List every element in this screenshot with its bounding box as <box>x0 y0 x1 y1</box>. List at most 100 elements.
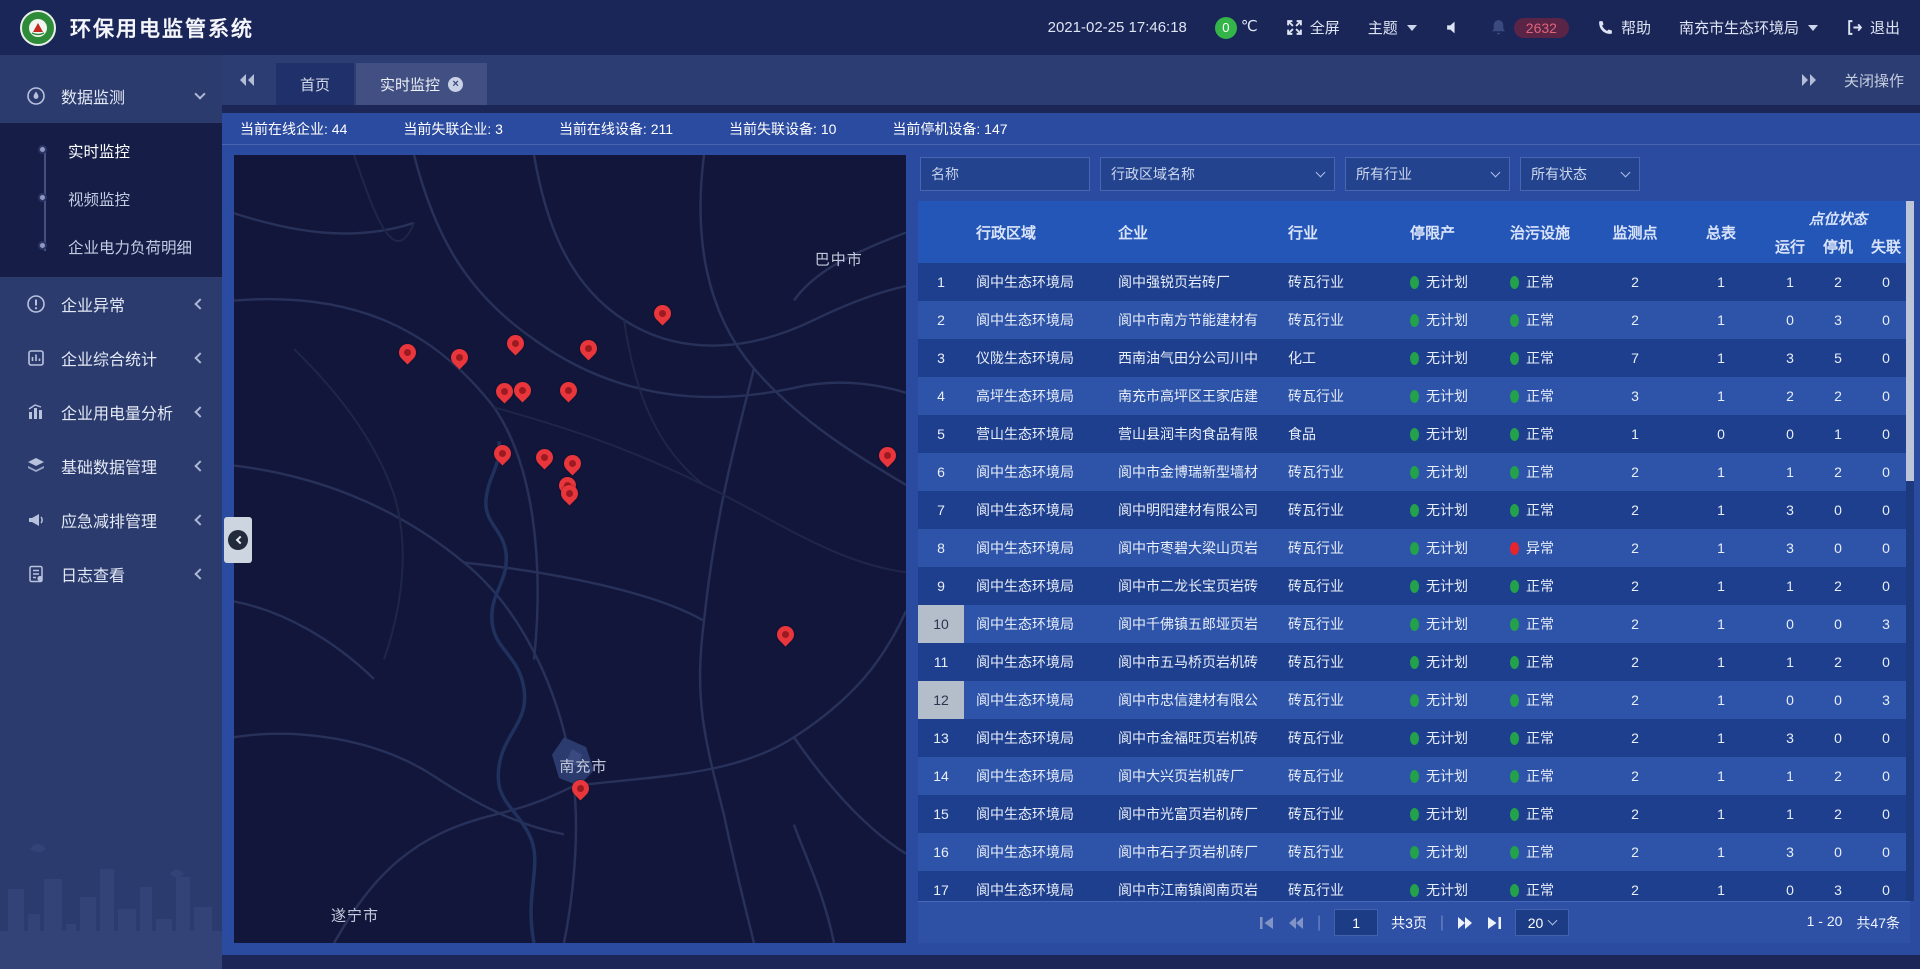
scrollbar-thumb[interactable] <box>1906 201 1914 481</box>
cell-industry: 食品 <box>1276 415 1398 453</box>
next-page-icon[interactable] <box>1457 916 1473 930</box>
fullscreen-label: 全屏 <box>1310 17 1340 38</box>
sidebar-item-3[interactable]: 企业综合统计 <box>0 331 222 385</box>
cell-company: 西南油气田分公司川中 <box>1106 339 1276 377</box>
row-index: 1 <box>918 263 964 301</box>
cell-facility: 正常 <box>1498 567 1594 605</box>
table-row[interactable]: 4高坪生态环境局南充市高坪区王家店建砖瓦行业无计划正常31220 <box>918 377 1910 415</box>
map-collapse-button[interactable] <box>224 517 252 563</box>
cell-halt: 2 <box>1814 757 1862 795</box>
sidebar-item-1[interactable]: 数据监测 <box>0 69 222 123</box>
sidebar-subitem[interactable]: 企业电力负荷明细 <box>0 223 222 271</box>
sidebar-subitem[interactable]: 实时监控 <box>0 127 222 175</box>
table-row[interactable]: 12阆中生态环境局阆中市忠信建材有限公砖瓦行业无计划正常21003 <box>918 681 1910 719</box>
table-row[interactable]: 3仪陇生态环境局西南油气田分公司川中化工无计划正常71350 <box>918 339 1910 377</box>
cell-run: 3 <box>1766 529 1814 567</box>
bullet-icon <box>38 241 47 250</box>
name-filter-input[interactable] <box>920 157 1090 191</box>
table-row[interactable]: 11阆中生态环境局阆中市五马桥页岩机砖砖瓦行业无计划正常21120 <box>918 643 1910 681</box>
cell-industry: 砖瓦行业 <box>1276 795 1398 833</box>
chevron-down-icon <box>1316 167 1326 177</box>
last-page-icon[interactable] <box>1486 916 1502 930</box>
region-filter-select[interactable]: 行政区域名称 <box>1100 157 1335 191</box>
stat-item: 当前失联企业: 3 <box>403 119 503 139</box>
cell-run: 2 <box>1766 377 1814 415</box>
close-operations-button[interactable]: 关闭操作 <box>1844 70 1904 91</box>
close-icon[interactable]: × <box>448 77 463 92</box>
org-dropdown[interactable]: 南充市生态环境局 <box>1679 17 1818 38</box>
sidebar-item-4[interactable]: 企业用电量分析 <box>0 385 222 439</box>
status-dot-green-icon <box>1510 580 1519 593</box>
bullet-icon <box>38 193 47 202</box>
sidebar-item-2[interactable]: 企业异常 <box>0 277 222 331</box>
table-row[interactable]: 2阆中生态环境局阆中市南方节能建材有砖瓦行业无计划正常21030 <box>918 301 1910 339</box>
cell-lost: 0 <box>1862 415 1910 453</box>
help-button[interactable]: 帮助 <box>1597 17 1651 38</box>
log-icon <box>26 564 46 584</box>
tabs-scroll-left-icon[interactable] <box>238 72 256 88</box>
sidebar-item-7[interactable]: 日志查看 <box>0 547 222 601</box>
tab-realtime-monitor[interactable]: 实时监控 × <box>356 63 487 105</box>
cell-facility: 正常 <box>1498 377 1594 415</box>
app-header: 环保用电监管系统 2021-02-25 17:46:18 0 ℃ 全屏 主题 <box>0 0 1920 55</box>
phone-icon <box>1597 19 1614 36</box>
page-number-input[interactable] <box>1334 909 1378 936</box>
notification-badge[interactable]: 2632 <box>1490 18 1569 38</box>
row-index: 4 <box>918 377 964 415</box>
cell-region: 阆中生态环境局 <box>964 681 1106 719</box>
scrollbar-track <box>1906 201 1914 901</box>
status-dot-green-icon <box>1410 466 1419 479</box>
col-stop: 停限产 <box>1398 201 1498 263</box>
prev-page-icon[interactable] <box>1288 916 1304 930</box>
layers-icon <box>26 456 46 476</box>
cell-region: 阆中生态环境局 <box>964 263 1106 301</box>
table-row[interactable]: 16阆中生态环境局阆中市石子页岩机砖厂砖瓦行业无计划正常21300 <box>918 833 1910 871</box>
first-page-icon[interactable] <box>1259 916 1275 930</box>
sidebar-item-5[interactable]: 基础数据管理 <box>0 439 222 493</box>
cell-industry: 砖瓦行业 <box>1276 377 1398 415</box>
table-row[interactable]: 17阆中生态环境局阆中市江南镇阆南页岩砖瓦行业无计划正常21030 <box>918 871 1910 901</box>
fullscreen-button[interactable]: 全屏 <box>1286 17 1340 38</box>
cell-halt: 0 <box>1814 681 1862 719</box>
table-row[interactable]: 14阆中生态环境局阆中大兴页岩机砖厂砖瓦行业无计划正常21120 <box>918 757 1910 795</box>
cell-halt: 3 <box>1814 871 1862 901</box>
table-row[interactable]: 10阆中生态环境局阆中千佛镇五郎垭页岩砖瓦行业无计划正常21003 <box>918 605 1910 643</box>
col-industry: 行业 <box>1276 201 1398 263</box>
status-filter-select[interactable]: 所有状态 <box>1520 157 1640 191</box>
page-size-select[interactable]: 20 <box>1515 909 1569 936</box>
cell-region: 阆中生态环境局 <box>964 757 1106 795</box>
tabs-scroll-right-icon[interactable] <box>1800 72 1818 88</box>
cell-points: 2 <box>1594 263 1676 301</box>
theme-dropdown[interactable]: 主题 <box>1368 17 1417 38</box>
cell-company: 阆中市江南镇阆南页岩 <box>1106 871 1276 901</box>
chevron-down-icon <box>1808 25 1818 31</box>
row-index: 13 <box>918 719 964 757</box>
table-row[interactable]: 6阆中生态环境局阆中市金博瑞新型墙材砖瓦行业无计划正常21120 <box>918 453 1910 491</box>
table-row[interactable]: 15阆中生态环境局阆中市光富页岩机砖厂砖瓦行业无计划正常21120 <box>918 795 1910 833</box>
cell-industry: 砖瓦行业 <box>1276 605 1398 643</box>
sidebar-item-6[interactable]: 应急减排管理 <box>0 493 222 547</box>
table-row[interactable]: 7阆中生态环境局阆中明阳建材有限公司砖瓦行业无计划正常21300 <box>918 491 1910 529</box>
table-row[interactable]: 8阆中生态环境局阆中市枣碧大梁山页岩砖瓦行业无计划异常21300 <box>918 529 1910 567</box>
map-canvas[interactable]: 巴中市南充市遂宁市 <box>234 155 906 943</box>
table-row[interactable]: 9阆中生态环境局阆中市二龙长宝页岩砖砖瓦行业无计划正常21120 <box>918 567 1910 605</box>
cell-lost: 3 <box>1862 681 1910 719</box>
chart-icon <box>26 402 46 422</box>
table-row[interactable]: 5营山生态环境局营山县润丰肉食品有限食品无计划正常10010 <box>918 415 1910 453</box>
cell-meter: 1 <box>1676 339 1766 377</box>
table-row[interactable]: 1阆中生态环境局阆中强锐页岩砖厂砖瓦行业无计划正常21120 <box>918 263 1910 301</box>
mute-button[interactable] <box>1445 19 1462 36</box>
cell-points: 2 <box>1594 491 1676 529</box>
cell-meter: 1 <box>1676 605 1766 643</box>
tab-home[interactable]: 首页 <box>276 63 354 105</box>
table-row[interactable]: 13阆中生态环境局阆中市金福旺页岩机砖砖瓦行业无计划正常21300 <box>918 719 1910 757</box>
cell-stop: 无计划 <box>1398 263 1498 301</box>
row-index: 7 <box>918 491 964 529</box>
cell-points: 2 <box>1594 833 1676 871</box>
sidebar-subitem[interactable]: 视频监控 <box>0 175 222 223</box>
cell-company: 阆中大兴页岩机砖厂 <box>1106 757 1276 795</box>
logout-button[interactable]: 退出 <box>1846 17 1900 38</box>
sidebar: 数据监测实时监控视频监控企业电力负荷明细企业异常企业综合统计企业用电量分析基础数… <box>0 55 222 969</box>
cell-region: 营山生态环境局 <box>964 415 1106 453</box>
industry-filter-select[interactable]: 所有行业 <box>1345 157 1510 191</box>
